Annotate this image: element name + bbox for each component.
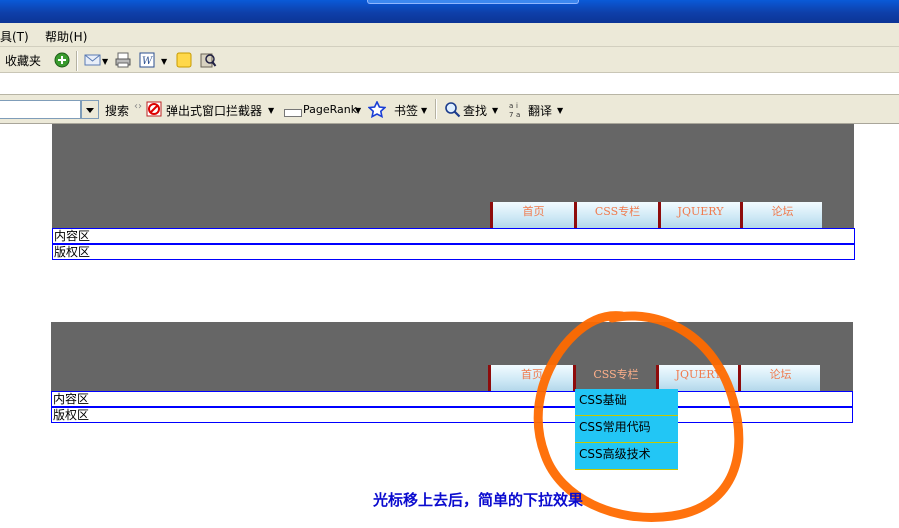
mail-dropdown-icon[interactable]: ▼ [102,57,108,66]
toolbar-search-input[interactable] [0,100,81,119]
popup-dropdown-icon[interactable]: ▼ [268,106,274,115]
demo1-nav-css[interactable]: CSS专栏 [574,202,658,228]
dropdown-item-css-advanced[interactable]: CSS高级技术 [575,443,678,470]
demo1-nav-jquery[interactable]: JQUERY [658,202,740,228]
star-icon[interactable] [367,100,387,121]
find-button[interactable]: 查找 [463,102,487,119]
find-icon[interactable] [444,101,461,121]
demo2-nav-forum[interactable]: 论坛 [738,365,820,391]
window-titlebar [0,0,899,23]
google-toolbar: 搜索 ‹› 弹出式窗口拦截器 ▼ PageRank ▼ 书签 ▼ 查找 ▼ ai… [0,95,899,124]
svg-text:7: 7 [509,111,513,118]
demo2-nav-home[interactable]: 首页 [488,365,573,391]
edit-dropdown-icon[interactable]: ▼ [161,57,167,66]
caption-text: 光标移上去后，简单的下拉效果 [373,491,584,509]
translate-dropdown-icon[interactable]: ▼ [557,106,563,115]
find-dropdown-icon[interactable]: ▼ [492,106,498,115]
title-tab [367,0,579,4]
demo2-content-area: 内容区 [51,391,853,407]
demo2-copyright-area: 版权区 [51,407,853,423]
translate-icon[interactable]: ai7a [508,100,524,121]
demo1-nav-home[interactable]: 首页 [490,202,574,228]
svg-text:a: a [516,111,520,118]
popup-blocker-icon[interactable] [146,101,162,120]
svg-text:W: W [142,56,153,67]
mail-icon[interactable] [84,52,102,71]
svg-text:a: a [509,102,513,110]
popup-blocker-button[interactable]: 弹出式窗口拦截器 [166,102,262,119]
demo2-nav-css-hovered[interactable]: CSS专栏 [573,365,656,391]
menu-tools[interactable]: 具(T) [0,28,29,45]
pagerank-button[interactable]: PageRank [303,103,357,116]
search-button[interactable]: 搜索 [105,102,129,119]
research-icon[interactable] [199,51,217,72]
address-bar[interactable] [0,73,899,95]
demo1-copyright-area: 版权区 [52,244,855,260]
bookmarks-dropdown-icon[interactable]: ▼ [421,106,427,115]
standard-toolbar: 收藏夹 ▼ W ▼ [0,47,899,73]
pagerank-dropdown-icon[interactable]: ▼ [355,106,361,115]
menu-bar: 具(T) 帮助(H) [0,23,899,47]
pagerank-bar-icon [284,106,302,120]
menu-help[interactable]: 帮助(H) [45,28,87,45]
print-icon[interactable] [114,51,132,72]
svg-text:i: i [516,102,518,110]
grip-icon: ‹› [134,101,142,112]
history-icon[interactable] [54,52,70,71]
css-dropdown-menu: CSS基础 CSS常用代码 CSS高级技术 [575,389,678,470]
search-history-dropdown[interactable] [81,100,99,119]
demo2-nav-jquery[interactable]: JQUERY [656,365,738,391]
translate-button[interactable]: 翻译 [528,102,552,119]
edit-word-icon[interactable]: W [138,51,156,72]
demo1-content-area: 内容区 [52,228,855,244]
dropdown-item-css-basics[interactable]: CSS基础 [575,389,678,416]
note-icon[interactable] [176,52,192,71]
favorites-button[interactable]: 收藏夹 [5,52,41,69]
demo1-nav-forum[interactable]: 论坛 [740,202,822,228]
dropdown-item-css-common-code[interactable]: CSS常用代码 [575,416,678,443]
bookmarks-button[interactable]: 书签 [394,102,418,119]
